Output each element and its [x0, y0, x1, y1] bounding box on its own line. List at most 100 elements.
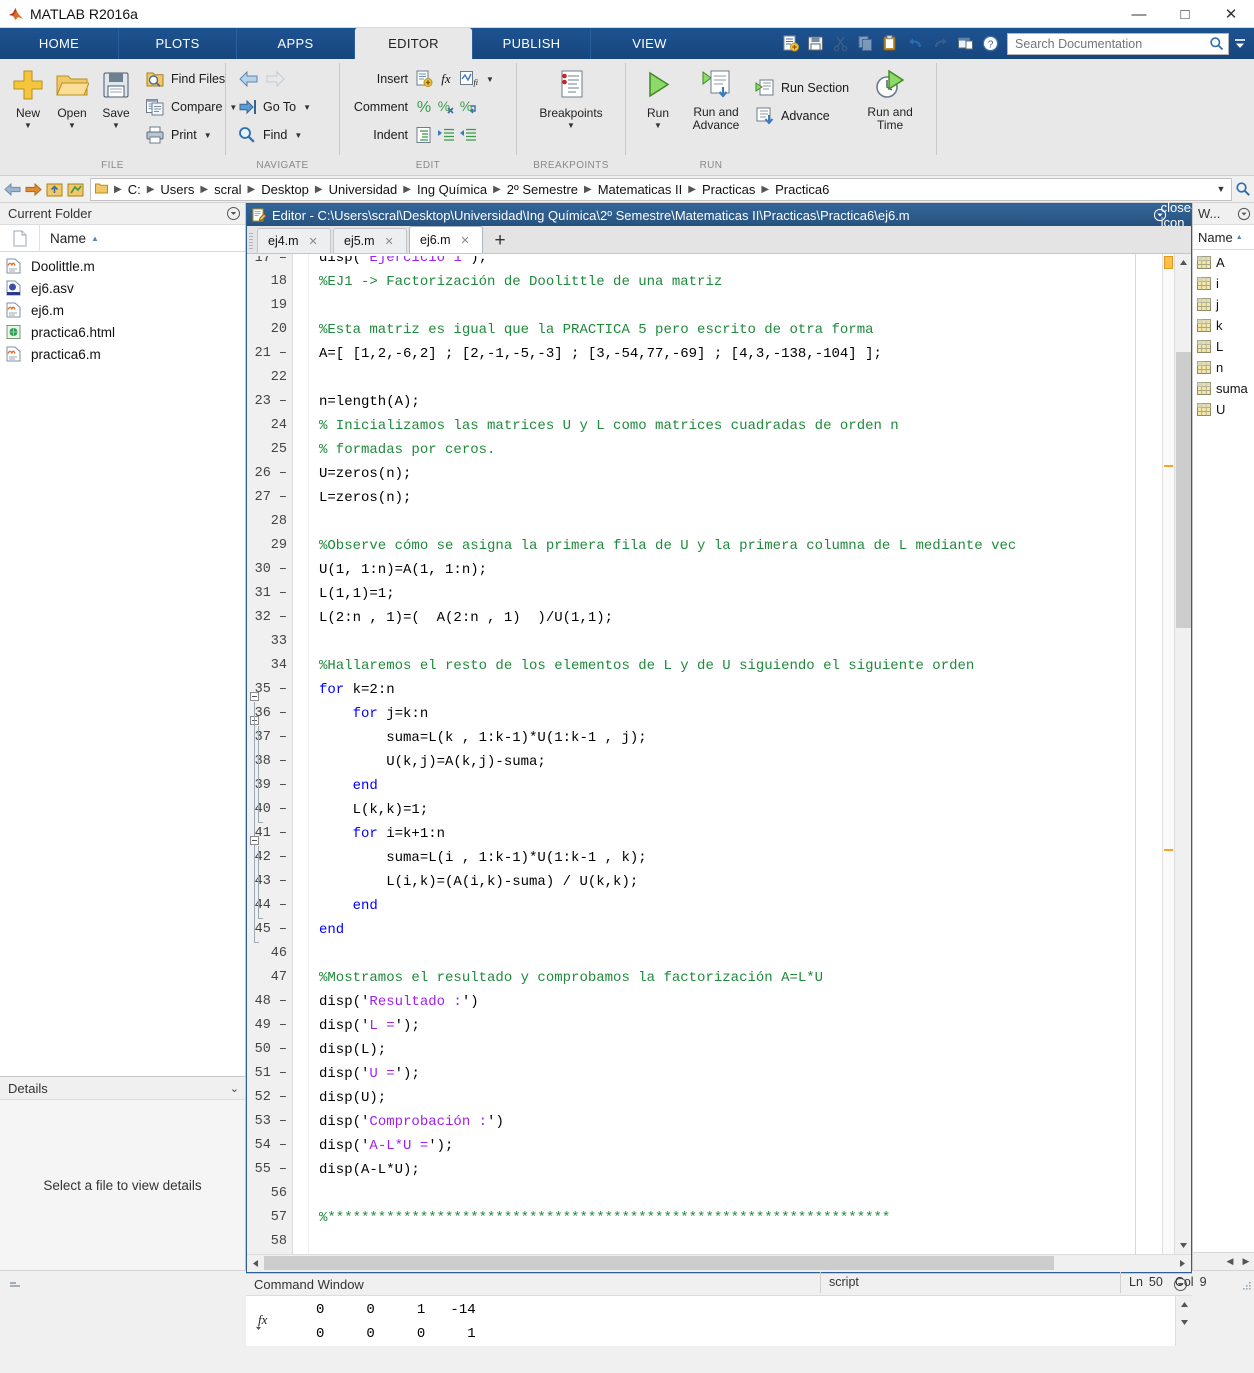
editor-tab-ej5[interactable]: ej5.m ✕: [333, 228, 407, 253]
code-line-29[interactable]: %Observe cómo se asigna la primera fila …: [309, 534, 1162, 558]
code-line-51[interactable]: disp('U =');: [309, 1062, 1162, 1086]
address-search-icon[interactable]: [1232, 178, 1254, 201]
new-script-icon[interactable]: [779, 32, 802, 55]
line-number-19[interactable]: 19: [247, 294, 292, 318]
comment-icon[interactable]: %: [413, 96, 435, 118]
back-arrow-icon[interactable]: [238, 68, 260, 90]
compare-button[interactable]: Compare ▼: [142, 94, 239, 120]
scroll-up-button[interactable]: [1175, 254, 1191, 271]
chevron-down-icon[interactable]: ▼: [112, 121, 120, 130]
maximize-button[interactable]: □: [1162, 0, 1208, 28]
scroll-down-button[interactable]: [1176, 1314, 1193, 1331]
code-line-24[interactable]: % Inicializamos las matrices U y L como …: [309, 414, 1162, 438]
back-icon[interactable]: [3, 180, 22, 199]
workspace-variable-row[interactable]: j: [1193, 294, 1254, 315]
line-number-54[interactable]: 54 –: [247, 1134, 292, 1158]
list-item[interactable]: practica6.m: [0, 343, 245, 365]
line-number-53[interactable]: 53 –: [247, 1110, 292, 1134]
smart-indent-icon[interactable]: [413, 124, 435, 146]
code-line-58[interactable]: [309, 1230, 1162, 1254]
code-line-34[interactable]: %Hallaremos el resto de los elementos de…: [309, 654, 1162, 678]
scrollbar-thumb[interactable]: [1176, 352, 1191, 628]
tab-publish[interactable]: PUBLISH: [472, 28, 590, 59]
code-line-49[interactable]: disp('L =');: [309, 1014, 1162, 1038]
search-documentation[interactable]: [1007, 32, 1229, 55]
print-button[interactable]: Print ▼: [142, 122, 239, 148]
code-line-17[interactable]: disp('Ejercicio 1');: [309, 256, 1162, 270]
code-line-20[interactable]: %Esta matriz es igual que la PRACTICA 5 …: [309, 318, 1162, 342]
close-icon[interactable]: close-icon: [1161, 200, 1196, 230]
search-input[interactable]: [1015, 36, 1209, 51]
chevron-down-icon[interactable]: ▼: [294, 131, 302, 140]
fx-icon[interactable]: fx: [435, 68, 457, 90]
redo-icon[interactable]: [929, 32, 952, 55]
code-line-26[interactable]: U=zeros(n);: [309, 462, 1162, 486]
line-number-50[interactable]: 50 –: [247, 1038, 292, 1062]
code-line-52[interactable]: disp(U);: [309, 1086, 1162, 1110]
code-line-46[interactable]: [309, 942, 1162, 966]
command-window-scrollbar[interactable]: [1175, 1296, 1193, 1346]
chevron-down-icon[interactable]: ▼: [24, 121, 32, 130]
run-button[interactable]: Run ▼: [636, 63, 680, 132]
hscroll-left-button[interactable]: [247, 1255, 264, 1272]
code-line-57[interactable]: %***************************************…: [309, 1206, 1162, 1230]
wrap-comment-icon[interactable]: %: [457, 96, 479, 118]
line-number-52[interactable]: 52 –: [247, 1086, 292, 1110]
code-line-27[interactable]: L=zeros(n);: [309, 486, 1162, 510]
breadcrumb-item-6[interactable]: 2º Semestre: [505, 182, 580, 197]
code-line-36[interactable]: for j=k:n: [309, 702, 1162, 726]
code-line-54[interactable]: disp('A-L*U =');: [309, 1134, 1162, 1158]
line-number-21[interactable]: 21 –: [247, 342, 292, 366]
undo-icon[interactable]: [904, 32, 927, 55]
hscroll-thumb[interactable]: [264, 1256, 1054, 1270]
line-number-18[interactable]: 18: [247, 270, 292, 294]
code-line-23[interactable]: n=length(A);: [309, 390, 1162, 414]
workspace-scroll-left-button[interactable]: ◀: [1222, 1254, 1238, 1270]
code-line-41[interactable]: for i=k+1:n: [309, 822, 1162, 846]
line-number-25[interactable]: 25: [247, 438, 292, 462]
line-number-57[interactable]: 57: [247, 1206, 292, 1230]
line-number-29[interactable]: 29: [247, 534, 292, 558]
code-line-44[interactable]: end: [309, 894, 1162, 918]
close-icon[interactable]: ✕: [459, 234, 472, 247]
indent-left-icon[interactable]: [457, 124, 479, 146]
breadcrumb-dropdown-icon[interactable]: ▼: [1211, 184, 1231, 194]
line-number-34[interactable]: 34: [247, 654, 292, 678]
code-line-53[interactable]: disp('Comprobación :'): [309, 1110, 1162, 1134]
chevron-down-icon[interactable]: ▼: [68, 121, 76, 130]
run-and-advance-button[interactable]: Run and Advance: [680, 63, 752, 134]
code-line-22[interactable]: [309, 366, 1162, 390]
line-number-33[interactable]: 33: [247, 630, 292, 654]
scroll-up-button[interactable]: [1176, 1296, 1193, 1313]
line-number-26[interactable]: 26 –: [247, 462, 292, 486]
breakpoints-button[interactable]: Breakpoints ▼: [535, 63, 606, 132]
breadcrumb-item-4[interactable]: Universidad: [327, 182, 400, 197]
code-line-32[interactable]: L(2:n , 1)=( A(2:n , 1) )/U(1,1);: [309, 606, 1162, 630]
breadcrumb-item-8[interactable]: Practicas: [700, 182, 757, 197]
tab-home[interactable]: HOME: [0, 28, 118, 59]
indent-right-icon[interactable]: [435, 124, 457, 146]
line-number-46[interactable]: 46: [247, 942, 292, 966]
save-button[interactable]: Save ▼: [94, 63, 138, 132]
breadcrumb-item-7[interactable]: Matematicas II: [596, 182, 685, 197]
line-number-17[interactable]: 17 –: [247, 256, 292, 270]
line-number-27[interactable]: 27 –: [247, 486, 292, 510]
breadcrumb[interactable]: ▶ C: ▶ Users ▶ scral ▶ Desktop ▶ Univers…: [90, 177, 1232, 201]
cut-icon[interactable]: [829, 32, 852, 55]
breadcrumb-item-9[interactable]: Practica6: [773, 182, 831, 197]
code-line-37[interactable]: suma=L(k , 1:k-1)*U(1:k-1 , j);: [309, 726, 1162, 750]
panel-menu-icon[interactable]: [225, 206, 241, 222]
resize-grip-icon[interactable]: [1240, 1272, 1254, 1293]
code-line-30[interactable]: U(1, 1:n)=A(1, 1:n);: [309, 558, 1162, 582]
forward-arrow-icon[interactable]: [264, 68, 286, 90]
editor-vertical-scrollbar[interactable]: [1174, 254, 1191, 1254]
go-to-button[interactable]: Go To ▼: [234, 94, 313, 120]
code-line-25[interactable]: % formadas por ceros.: [309, 438, 1162, 462]
chevron-down-icon[interactable]: ▼: [567, 121, 575, 130]
find-files-button[interactable]: Find Files: [142, 66, 239, 92]
code-line-40[interactable]: L(k,k)=1;: [309, 798, 1162, 822]
list-item[interactable]: ej6.asv: [0, 277, 245, 299]
code-line-45[interactable]: end: [309, 918, 1162, 942]
line-number-23[interactable]: 23 –: [247, 390, 292, 414]
run-and-time-button[interactable]: Run and Time: [857, 63, 923, 134]
